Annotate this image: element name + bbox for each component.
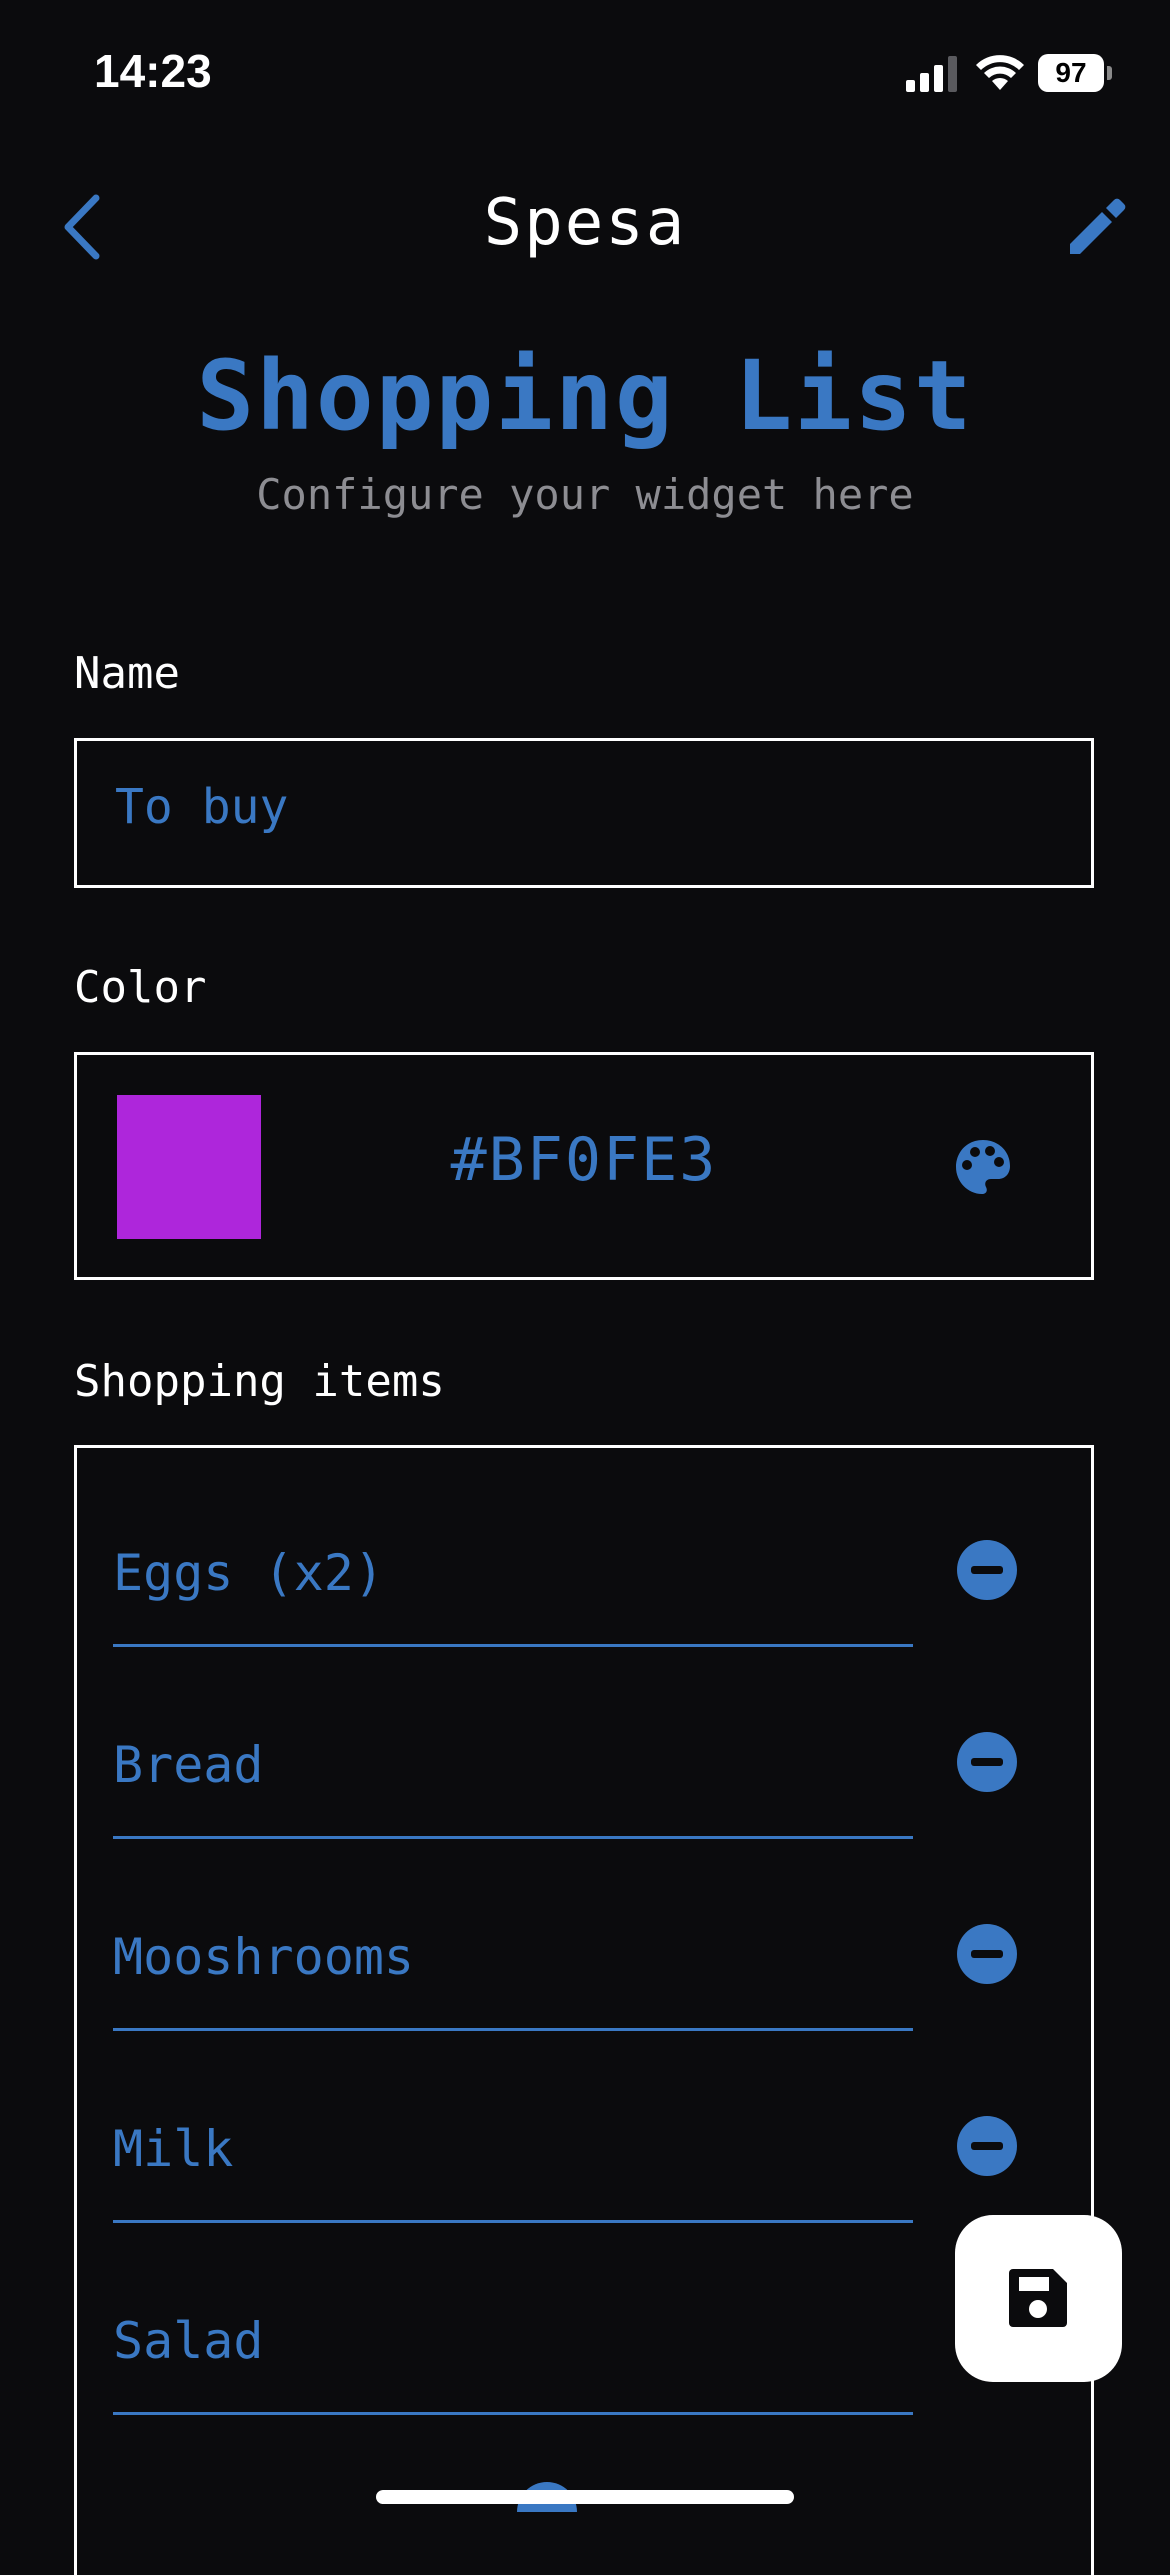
name-label: Name [74,648,180,699]
minus-circle-icon[interactable] [957,1732,1017,1792]
item-underline [113,2220,913,2223]
shopping-items-list: Eggs (x2) Bread Mooshrooms Milk Salad [74,1445,1094,2575]
save-button[interactable] [955,2215,1122,2382]
battery-level: 97 [1038,54,1104,92]
floppy-disk-icon [1009,2269,1067,2327]
status-bar: 14:23 97 [0,0,1170,150]
list-item: Milk [113,2060,1063,2252]
cellular-signal-icon [906,56,957,92]
page-subtitle: Configure your widget here [256,470,914,519]
list-item: Mooshrooms [113,1868,1063,2060]
nav-bar: Spesa [0,170,1170,280]
page-title: Shopping List [196,340,974,452]
wifi-icon [976,55,1024,90]
minus-circle-icon[interactable] [957,1540,1017,1600]
battery-icon: 97 [1038,54,1114,94]
list-item: Salad [113,2252,1063,2444]
nav-title: Spesa [483,186,687,260]
color-hex-value: #BF0FE3 [450,1125,718,1195]
list-item: Eggs (x2) [113,1484,1063,1676]
minus-circle-icon[interactable] [957,1924,1017,1984]
name-input[interactable]: To buy [74,738,1094,888]
item-underline [113,2412,913,2415]
palette-icon[interactable] [953,1137,1013,1197]
item-input[interactable]: Salad [113,2312,264,2370]
color-picker-field[interactable]: #BF0FE3 [74,1052,1094,1280]
item-underline [113,2028,913,2031]
name-input-value: To buy [115,779,289,835]
shopping-items-label: Shopping items [74,1356,445,1407]
home-indicator[interactable] [376,2490,794,2504]
status-time: 14:23 [94,45,212,97]
item-underline [113,1836,913,1839]
item-input[interactable]: Eggs (x2) [113,1544,384,1602]
item-input[interactable]: Mooshrooms [113,1928,414,1986]
list-item: Bread [113,1676,1063,1868]
item-input[interactable]: Milk [113,2120,233,2178]
pencil-icon[interactable] [1064,194,1128,258]
minus-circle-icon[interactable] [957,2116,1017,2176]
item-input[interactable]: Bread [113,1736,264,1794]
color-label: Color [74,962,207,1013]
item-underline [113,1644,913,1647]
